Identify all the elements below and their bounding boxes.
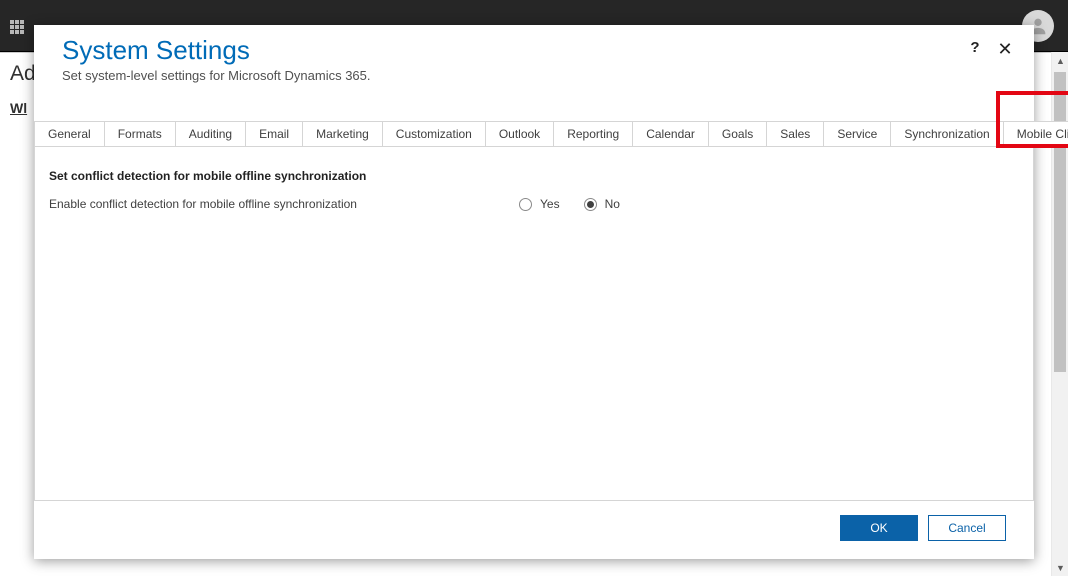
radio-no[interactable] [584,198,597,211]
backdrop-link-fragment: Wl [10,100,27,116]
tab-auditing[interactable]: Auditing [176,121,246,146]
dialog-subtitle: Set system-level settings for Microsoft … [62,68,1006,83]
scroll-down-icon[interactable]: ▼ [1052,559,1068,576]
ok-button[interactable]: OK [840,515,918,541]
field-row: Enable conflict detection for mobile off… [49,197,1019,211]
radio-group: Yes No [519,197,638,211]
tab-content: Set conflict detection for mobile offlin… [34,147,1034,501]
scroll-up-icon[interactable]: ▲ [1052,52,1068,69]
tab-sales[interactable]: Sales [767,121,824,146]
close-icon[interactable]: ✕ [994,39,1016,61]
tab-bar: GeneralFormatsAuditingEmailMarketingCust… [34,121,1034,147]
dialog-title: System Settings [62,35,1006,66]
radio-yes[interactable] [519,198,532,211]
tab-outlook[interactable]: Outlook [486,121,554,146]
dialog-header: System Settings Set system-level setting… [34,25,1034,87]
system-settings-dialog: System Settings Set system-level setting… [34,25,1034,559]
help-icon[interactable]: ? [964,39,986,61]
tab-marketing[interactable]: Marketing [303,121,383,146]
tab-goals[interactable]: Goals [709,121,767,146]
tab-mobile-client[interactable]: Mobile Client [1004,121,1068,146]
tab-customization[interactable]: Customization [383,121,486,146]
tab-general[interactable]: General [34,121,105,146]
radio-yes-label: Yes [540,197,560,211]
radio-no-label: No [605,197,620,211]
scroll-thumb[interactable] [1054,72,1066,372]
tab-service[interactable]: Service [824,121,891,146]
cancel-button[interactable]: Cancel [928,515,1006,541]
dialog-footer: OK Cancel [34,501,1034,559]
backdrop-title-fragment: Ad [10,62,36,86]
tab-email[interactable]: Email [246,121,303,146]
tab-calendar[interactable]: Calendar [633,121,709,146]
tab-formats[interactable]: Formats [105,121,176,146]
field-label: Enable conflict detection for mobile off… [49,197,519,211]
section-title: Set conflict detection for mobile offlin… [49,169,1019,183]
app-launcher-icon[interactable] [10,20,24,34]
tab-synchronization[interactable]: Synchronization [891,121,1003,146]
tab-reporting[interactable]: Reporting [554,121,633,146]
